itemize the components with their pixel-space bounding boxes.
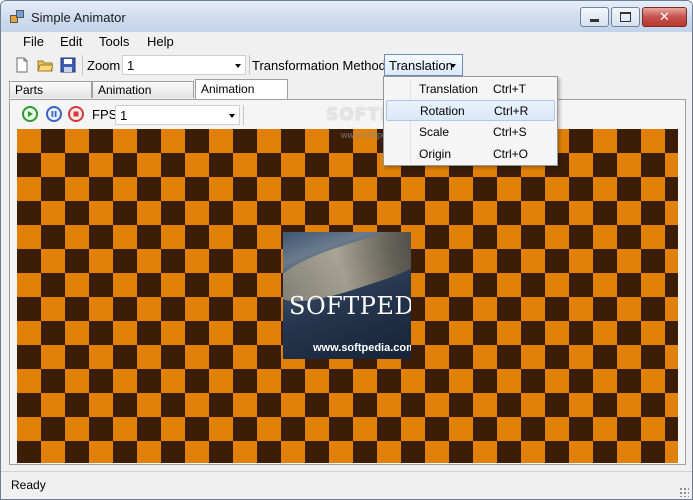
open-folder-icon[interactable] bbox=[37, 57, 53, 73]
animation-viewer-panel: FPS 1 SOFTPEDIA www.softpedia.com bbox=[9, 99, 686, 465]
fps-label: FPS bbox=[92, 107, 118, 122]
minimize-button[interactable] bbox=[580, 7, 609, 27]
window-title: Simple Animator bbox=[31, 10, 126, 25]
tab-animation-designer[interactable]: Animation Designer bbox=[92, 81, 194, 114]
menu-item-label: Scale bbox=[419, 125, 450, 139]
tab-parts-designer[interactable]: Parts Designer bbox=[9, 81, 92, 114]
zoom-value: 1 bbox=[127, 58, 135, 73]
menu-item-label: Origin bbox=[419, 147, 452, 161]
toolbar-separator bbox=[82, 55, 83, 75]
maximize-button[interactable] bbox=[611, 7, 640, 27]
play-icon bbox=[28, 111, 33, 117]
menu-item-shortcut: Ctrl+T bbox=[493, 82, 526, 96]
zoom-label: Zoom bbox=[87, 58, 121, 73]
menu-item-rotation[interactable]: Rotation Ctrl+R bbox=[386, 100, 555, 121]
minimize-icon bbox=[590, 18, 599, 22]
menu-item-scale[interactable]: Scale Ctrl+S bbox=[386, 122, 555, 143]
pause-button[interactable] bbox=[46, 106, 62, 122]
close-icon: ✕ bbox=[659, 9, 670, 25]
toolbar-separator bbox=[243, 105, 244, 125]
transformation-method-menu: Translation Ctrl+T Rotation Ctrl+R Scale… bbox=[383, 76, 558, 166]
fps-value: 1 bbox=[120, 108, 128, 123]
chevron-down-icon bbox=[450, 64, 456, 68]
title-bar[interactable]: Simple Animator ✕ bbox=[1, 1, 692, 32]
menu-edit[interactable]: Edit bbox=[60, 34, 82, 49]
status-text: Ready bbox=[11, 478, 46, 492]
chevron-down-icon bbox=[235, 64, 241, 68]
new-file-icon[interactable] bbox=[14, 57, 30, 73]
menu-item-label: Rotation bbox=[420, 104, 465, 118]
stop-button[interactable] bbox=[68, 106, 84, 122]
resize-grip-icon[interactable] bbox=[679, 487, 689, 497]
sprite-logo-text: SOFTPEDIA bbox=[289, 292, 411, 320]
status-bar: Ready bbox=[1, 471, 692, 499]
sprite-url-text: www.softpedia.com bbox=[313, 342, 411, 354]
stop-icon bbox=[73, 111, 79, 117]
animation-canvas[interactable]: SOFTPEDIA www.softpedia.com bbox=[17, 129, 678, 463]
app-window: Simple Animator ✕ File Edit Tools Help Z… bbox=[0, 0, 693, 500]
transformation-method-dropdown[interactable]: Translation bbox=[384, 54, 463, 76]
menu-bar: File Edit Tools Help bbox=[1, 32, 692, 52]
main-toolbar: Zoom 1 Transformation Method Translation bbox=[1, 53, 692, 77]
play-button[interactable] bbox=[22, 106, 38, 122]
menu-item-shortcut: Ctrl+R bbox=[494, 104, 529, 118]
save-disk-icon[interactable] bbox=[60, 57, 76, 73]
menu-item-label: Translation bbox=[419, 82, 478, 96]
menu-tools[interactable]: Tools bbox=[99, 34, 129, 49]
window-controls: ✕ bbox=[580, 7, 687, 27]
app-icon bbox=[10, 10, 24, 24]
transformation-method-value: Translation bbox=[389, 58, 453, 73]
menu-item-shortcut: Ctrl+O bbox=[493, 147, 529, 161]
transformation-method-label: Transformation Method bbox=[252, 58, 386, 73]
menu-item-translation[interactable]: Translation Ctrl+T bbox=[386, 79, 555, 100]
zoom-combo[interactable]: 1 bbox=[122, 55, 246, 75]
chevron-down-icon bbox=[229, 114, 235, 118]
menu-file[interactable]: File bbox=[23, 34, 44, 49]
menu-help[interactable]: Help bbox=[147, 34, 174, 49]
fps-combo[interactable]: 1 bbox=[115, 105, 240, 125]
toolbar-separator bbox=[249, 55, 250, 75]
tab-animation-viewer[interactable]: Animation Viewer bbox=[195, 79, 288, 114]
animated-sprite-image: SOFTPEDIA www.softpedia.com bbox=[283, 232, 411, 359]
menu-item-shortcut: Ctrl+S bbox=[493, 125, 527, 139]
maximize-icon bbox=[620, 12, 631, 22]
pause-icon bbox=[51, 111, 57, 117]
close-button[interactable]: ✕ bbox=[642, 7, 687, 27]
menu-item-origin[interactable]: Origin Ctrl+O bbox=[386, 144, 555, 165]
